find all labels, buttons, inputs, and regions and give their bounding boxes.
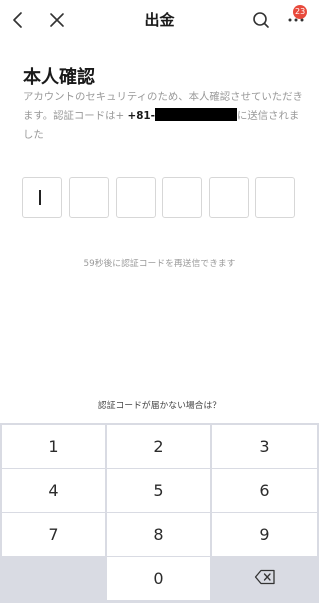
header: 出金 23 — [0, 0, 319, 40]
text-cursor — [39, 190, 41, 205]
key-2[interactable]: 2 — [107, 425, 210, 468]
key-1[interactable]: 1 — [2, 425, 105, 468]
page-title: 出金 — [144, 11, 175, 29]
key-9[interactable]: 9 — [212, 513, 317, 556]
code-digit-3[interactable] — [116, 177, 156, 218]
backspace-key[interactable] — [212, 557, 317, 600]
key-blank — [2, 557, 105, 600]
redacted-phone-number — [154, 108, 237, 121]
code-digit-6[interactable] — [255, 177, 295, 218]
code-digit-4[interactable] — [162, 177, 202, 218]
key-5[interactable]: 5 — [107, 469, 210, 512]
backspace-icon — [254, 569, 276, 589]
numeric-keypad: 1 2 3 4 5 6 7 8 9 0 — [0, 423, 319, 603]
code-digit-1[interactable] — [22, 177, 62, 218]
verification-description: アカウントのセキュリティのため、本人確認させていただきます。認証コードは+ +8… — [23, 88, 303, 145]
key-8[interactable]: 8 — [107, 513, 210, 556]
code-digit-2[interactable] — [69, 177, 109, 218]
code-digit-5[interactable] — [209, 177, 249, 218]
key-6[interactable]: 6 — [212, 469, 317, 512]
resend-countdown: 59秒後に認証コードを再送信できます — [83, 259, 236, 269]
key-7[interactable]: 7 — [2, 513, 105, 556]
phone-prefix: +81- — [127, 110, 155, 122]
verification-heading: 本人確認 — [23, 67, 95, 88]
key-4[interactable]: 4 — [2, 469, 105, 512]
key-3[interactable]: 3 — [212, 425, 317, 468]
key-0[interactable]: 0 — [107, 557, 210, 600]
code-input-row — [22, 177, 297, 218]
search-icon[interactable] — [251, 10, 271, 30]
code-not-received-link[interactable]: 認証コードが届かない場合は？ — [0, 398, 319, 411]
